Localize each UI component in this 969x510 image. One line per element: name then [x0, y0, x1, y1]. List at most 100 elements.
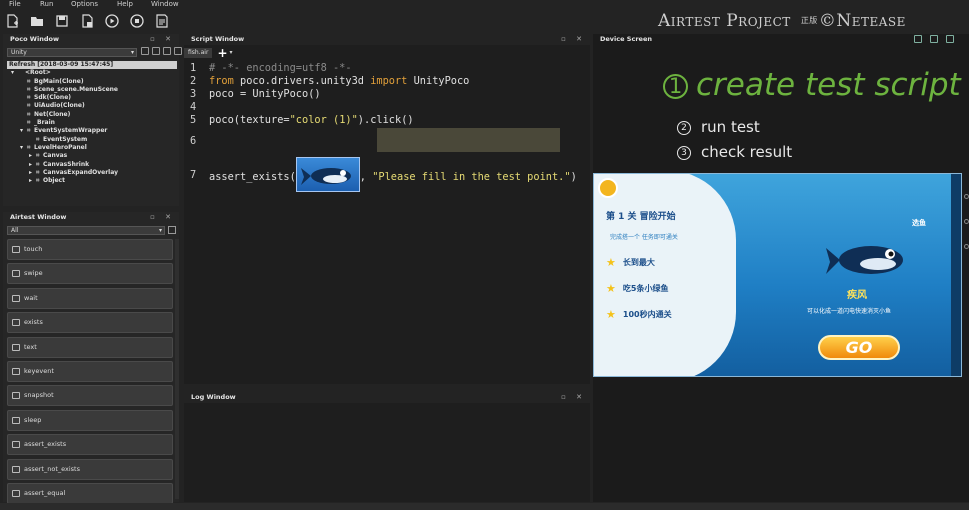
- tree-node-label: Canvas: [43, 152, 68, 160]
- report-icon[interactable]: [155, 14, 169, 28]
- airtest-scrollbar[interactable]: [175, 239, 179, 499]
- airtest-filter-select[interactable]: All ▾: [7, 226, 165, 235]
- code-token: poco = UnityPoco(): [209, 88, 321, 100]
- menu-help[interactable]: Help: [117, 0, 133, 8]
- line-content: poco(texture="color (1)").click(): [209, 114, 414, 127]
- tree-node[interactable]: ⌗ EventSystem: [7, 136, 177, 144]
- refresh-row[interactable]: Refresh [2018-03-09 15:47:45]: [7, 61, 177, 70]
- close-icon[interactable]: [946, 35, 954, 43]
- tree-node[interactable]: ⌗ Scene_scene.MenuScene: [7, 86, 177, 94]
- inspect-icon[interactable]: [152, 47, 160, 55]
- menu-options[interactable]: Options: [71, 0, 98, 8]
- goal-item: ★ 吃5条小绿鱼: [606, 282, 668, 295]
- tree-node[interactable]: ▸ ⌗ CanvasExpandOverlay: [7, 169, 177, 177]
- chevron-down-icon[interactable]: ▾: [230, 49, 233, 56]
- command-label: sleep: [24, 415, 42, 424]
- command-swipe-button[interactable]: swipe: [7, 263, 173, 285]
- command-assert-equal-button[interactable]: assert_equal: [7, 483, 173, 504]
- tree-node[interactable]: ▾ <Root>: [7, 69, 177, 77]
- node-icon: ⌗: [36, 152, 40, 160]
- command-text-button[interactable]: text: [7, 336, 173, 358]
- panel-controls[interactable]: ▫ ✕: [561, 34, 586, 45]
- command-wait-button[interactable]: wait: [7, 287, 173, 309]
- tree-expander-icon[interactable]: ▾: [11, 69, 18, 77]
- level-title: 第 1 关 冒险开始: [606, 212, 676, 222]
- tree-expander-icon[interactable]: ▾: [20, 144, 27, 152]
- tree-node[interactable]: ▾ ⌗ EventSystemWrapper: [7, 127, 177, 135]
- tree-expander-icon[interactable]: ▸: [29, 177, 36, 185]
- save-icon[interactable]: [55, 14, 69, 28]
- menu-run[interactable]: Run: [40, 0, 53, 8]
- menu-file[interactable]: File: [9, 0, 21, 8]
- record-icon[interactable]: [174, 47, 182, 55]
- tree-node[interactable]: ▸ ⌗ Object: [7, 177, 177, 185]
- command-assert-not-exists-button[interactable]: assert_not_exists: [7, 458, 173, 480]
- open-folder-icon[interactable]: [30, 14, 44, 28]
- screenshot-icon[interactable]: [168, 226, 176, 234]
- connect-icon[interactable]: [914, 35, 922, 43]
- code-token: import: [370, 75, 408, 87]
- tree-node[interactable]: ▸ ⌗ CanvasShrink: [7, 161, 177, 169]
- game-side-strip: [951, 174, 961, 376]
- panel-controls[interactable]: ▫ ✕: [150, 212, 175, 223]
- pick-fish-label[interactable]: 选鱼: [912, 218, 926, 228]
- command-touch-button[interactable]: touch: [7, 239, 173, 260]
- go-button[interactable]: GO: [818, 335, 900, 360]
- command-sleep-button[interactable]: sleep: [7, 409, 173, 431]
- code-token: UnityPoco: [407, 75, 470, 87]
- tree-node[interactable]: ▾ ⌗ LevelHeroPanel: [7, 144, 177, 152]
- run-icon[interactable]: [105, 14, 119, 28]
- log-window-header: Log Window ▫ ✕: [184, 392, 590, 403]
- step-text: check result: [701, 143, 793, 161]
- copy-icon[interactable]: [163, 47, 171, 55]
- tree-expander-icon[interactable]: ▾: [20, 127, 27, 135]
- tab-fish-air[interactable]: fish.air: [184, 47, 213, 58]
- lock-icon[interactable]: [141, 47, 149, 55]
- home-icon[interactable]: [964, 219, 969, 224]
- rotate-icon[interactable]: [964, 194, 969, 199]
- tree-node[interactable]: ⌗ Sdk(Clone): [7, 94, 177, 102]
- command-exists-button[interactable]: exists: [7, 312, 173, 334]
- save-as-icon[interactable]: [80, 14, 94, 28]
- command-assert-exists-button[interactable]: assert_exists: [7, 434, 173, 456]
- new-file-icon[interactable]: [5, 14, 19, 28]
- back-nav-icon[interactable]: [964, 244, 969, 249]
- step-number: 3: [677, 145, 691, 160]
- brand-watermark: Airtest Project 正版 ©Netease: [658, 10, 906, 32]
- level-card: [594, 174, 736, 376]
- command-icon: [12, 465, 20, 473]
- fish-image: [826, 246, 903, 274]
- template-image-thumbnail[interactable]: [295, 157, 360, 192]
- line-number: 1: [190, 62, 197, 74]
- node-icon: ⌗: [27, 102, 31, 110]
- code-token: poco.drivers.unity3d: [240, 75, 371, 87]
- airtest-filter-value: All: [11, 227, 19, 234]
- tree-node-label: Object: [43, 177, 65, 185]
- back-icon[interactable]: [598, 178, 618, 198]
- poco-mode-select[interactable]: Unity ▾: [7, 48, 137, 57]
- code-token: assert_exists(: [209, 171, 296, 183]
- add-tab-button[interactable]: +: [217, 47, 227, 59]
- tree-expander-icon[interactable]: ▸: [29, 161, 36, 169]
- tree-node[interactable]: ⌗ Net(Clone): [7, 111, 177, 119]
- game-screen[interactable]: 第 1 关 冒险开始 完成搭一个 任务即可通关 ★ 长到最大 ★ 吃5条小绿鱼 ★ 1…: [593, 173, 962, 377]
- tree-expander-icon[interactable]: ▸: [29, 169, 36, 177]
- airtest-window-header: Airtest Window ▫ ✕: [3, 212, 179, 223]
- code-token: poco(texture=: [209, 114, 290, 126]
- fit-icon[interactable]: [930, 35, 938, 43]
- tree-node[interactable]: ⌗ UiAudio(Clone): [7, 102, 177, 110]
- code-editor[interactable]: 1 # -*- encoding=utf8 -*- 2 from poco.drive…: [184, 62, 590, 382]
- command-keyevent-button[interactable]: keyevent: [7, 361, 173, 382]
- stop-icon[interactable]: [130, 14, 144, 28]
- tree-expander-icon[interactable]: ▸: [29, 152, 36, 160]
- panel-controls[interactable]: ▫ ✕: [561, 392, 586, 403]
- tree-node[interactable]: ⌗ BgMain(Clone): [7, 78, 177, 86]
- goal-text: 100秒内通关: [622, 310, 672, 319]
- panel-controls[interactable]: ▫ ✕: [150, 34, 175, 45]
- tree-node[interactable]: ⌗ _Brain: [7, 119, 177, 127]
- poco-tree[interactable]: Refresh [2018-03-09 15:47:45] ▾ <Root> ⌗ Bg…: [7, 61, 177, 201]
- tree-node[interactable]: ▸ ⌗ Canvas: [7, 152, 177, 160]
- menu-window[interactable]: Window: [151, 0, 179, 8]
- log-window: Log Window ▫ ✕: [184, 392, 590, 502]
- command-snapshot-button[interactable]: snapshot: [7, 385, 173, 407]
